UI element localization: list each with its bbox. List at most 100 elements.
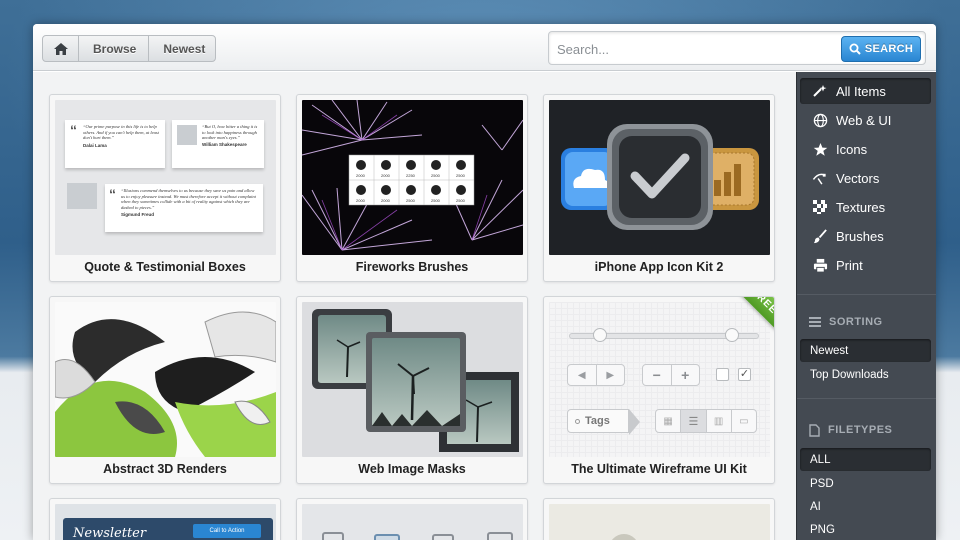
list-icon [809, 317, 821, 327]
call-to-action-sample: Call to Action [193, 524, 261, 538]
sorting-heading-label: SORTING [829, 316, 883, 328]
breadcrumb-browse[interactable]: Browse [79, 36, 150, 61]
search-button[interactable]: SEARCH [841, 36, 921, 62]
item-title: The Ultimate Wireframe UI Kit [571, 462, 747, 476]
quote-author: William Shakespeare [202, 141, 247, 147]
quote-author: Dalai Lama [83, 142, 107, 148]
item-title: iPhone App Icon Kit 2 [594, 260, 724, 274]
breadcrumb: Browse Newest [42, 35, 217, 62]
item-card[interactable]: ◀ ▶ − + ✓ Tags ▦ ☰ ▥ ▭ FREE The Ultimate… [543, 296, 775, 484]
filetypes-heading-label: FILETYPES [828, 424, 893, 436]
sidebar-item-label: Textures [836, 199, 886, 215]
item-title: Fireworks Brushes [355, 260, 469, 274]
items-grid: “ “Our prime purpose in this life is to … [33, 72, 796, 540]
search-button-label: SEARCH [864, 43, 914, 55]
search-icon [849, 43, 861, 55]
item-card[interactable]: Web Image Masks [296, 296, 528, 484]
minus-icon: − [643, 365, 672, 385]
newsletter-banner: Newsletter Call to Action [63, 518, 273, 540]
wireframe-tag: Tags [567, 409, 629, 433]
globe-icon [812, 112, 828, 128]
sidebar-item-label: Web & UI [836, 112, 892, 128]
sidebar-item-print[interactable]: Print [800, 252, 931, 278]
map-texture-shape [609, 534, 639, 540]
sidebar-item-web-ui[interactable]: Web & UI [800, 107, 931, 133]
sidebar-item-all-items[interactable]: All Items [800, 78, 931, 104]
tag-label: Tags [585, 415, 610, 427]
printer-icon [812, 257, 828, 273]
checkmark-icon: ✓ [738, 368, 751, 381]
calculator-icon [322, 532, 344, 540]
columns-view-icon: ▥ [707, 410, 732, 432]
top-bar: Browse Newest SEARCH [33, 24, 936, 71]
sidebar-item-textures[interactable]: Textures [800, 194, 931, 220]
sidebar-item-icons[interactable]: Icons [800, 136, 931, 162]
quote-text: “Our prime purpose in this life is to he… [83, 124, 159, 140]
search-input[interactable] [557, 38, 837, 60]
plus-icon: + [681, 367, 690, 383]
wireframe-pager: ◀ ▶ [567, 364, 625, 386]
image-masks-image [312, 309, 519, 452]
brush-size-label: 2500 [456, 198, 466, 203]
brush-icon [812, 228, 828, 244]
arrow-left-icon: ◀ [568, 365, 597, 385]
item-card[interactable] [296, 498, 528, 540]
wireframe-slider-handle [593, 328, 607, 342]
sidebar-item-label: Print [836, 257, 863, 273]
sorting-heading: SORTING [809, 314, 883, 330]
app-window: Browse Newest SEARCH “ “Our prime purpos… [33, 24, 936, 540]
coverflow-view-icon: ▭ [739, 415, 749, 427]
quote-box: “But O, how bitter a thing it is to look… [172, 120, 264, 168]
item-card[interactable]: iPhone App Icon Kit 2 [543, 94, 775, 282]
breadcrumb-newest[interactable]: Newest [149, 36, 215, 61]
fireworks-image: 2000 2000 2250 2500 2500 2000 2000 2500 … [302, 100, 523, 251]
brush-size-label: 2000 [381, 173, 391, 178]
filetypes-heading: FILETYPES [809, 422, 892, 438]
sidebar-item-label: Vectors [836, 170, 880, 186]
sidebar-item-label: Brushes [836, 228, 884, 244]
item-thumbnail [549, 100, 770, 255]
item-card[interactable]: “ “Our prime purpose in this life is to … [49, 94, 281, 282]
sidebar-divider [797, 398, 936, 399]
quote-mark-icon: “ [70, 122, 77, 138]
tag-point [629, 409, 640, 435]
sidebar-item-brushes[interactable]: Brushes [800, 223, 931, 249]
sort-option-top-downloads[interactable]: Top Downloads [800, 363, 931, 386]
checker-icon [812, 199, 828, 215]
wireframe-stepper: − + [642, 364, 700, 386]
quote-text: “Illusions commend themselves to us beca… [121, 188, 256, 210]
avatar-placeholder-icon [177, 125, 197, 145]
filetype-option-ai[interactable]: AI [800, 495, 931, 518]
item-card[interactable]: Newsletter Call to Action [49, 498, 281, 540]
item-card[interactable]: 2000 2000 2250 2500 2500 2000 2000 2500 … [296, 94, 528, 282]
item-card[interactable] [543, 498, 775, 540]
printer-icon [487, 532, 513, 540]
home-button[interactable] [43, 36, 79, 61]
filetype-option-psd[interactable]: PSD [800, 472, 931, 495]
item-thumbnail: ◀ ▶ − + ✓ Tags ▦ ☰ ▥ ▭ [549, 302, 770, 457]
quote-author: Sigmund Freud [121, 212, 154, 217]
item-thumbnail [55, 302, 276, 457]
item-thumbnail: “ “Our prime purpose in this life is to … [55, 100, 276, 255]
wireframe-checkbox [716, 368, 729, 381]
pen-tool-icon [812, 170, 828, 186]
quote-mark-icon: “ [109, 186, 116, 202]
wireframe-slider-handle [725, 328, 739, 342]
quote-box: “ “Our prime purpose in this life is to … [65, 120, 165, 168]
brush-size-label: 2000 [381, 198, 391, 203]
filetype-option-all[interactable]: ALL [800, 448, 931, 471]
sidebar-item-vectors[interactable]: Vectors [800, 165, 931, 191]
filetype-option-png[interactable]: PNG [800, 518, 931, 540]
brush-size-label: 2500 [431, 198, 441, 203]
item-card[interactable]: Abstract 3D Renders [49, 296, 281, 484]
arrow-right-icon: ▶ [606, 369, 615, 381]
sort-option-newest[interactable]: Newest [800, 339, 931, 362]
sidebar-item-label: All Items [836, 83, 886, 99]
item-thumbnail [302, 504, 523, 540]
item-thumbnail [549, 504, 770, 540]
box-icon [432, 534, 454, 540]
newsletter-label: Newsletter [73, 526, 147, 540]
grid-view-icon: ▦ [656, 410, 682, 432]
quote-text: “But O, how bitter a thing it is to look… [202, 124, 258, 140]
file-icon [809, 423, 820, 437]
